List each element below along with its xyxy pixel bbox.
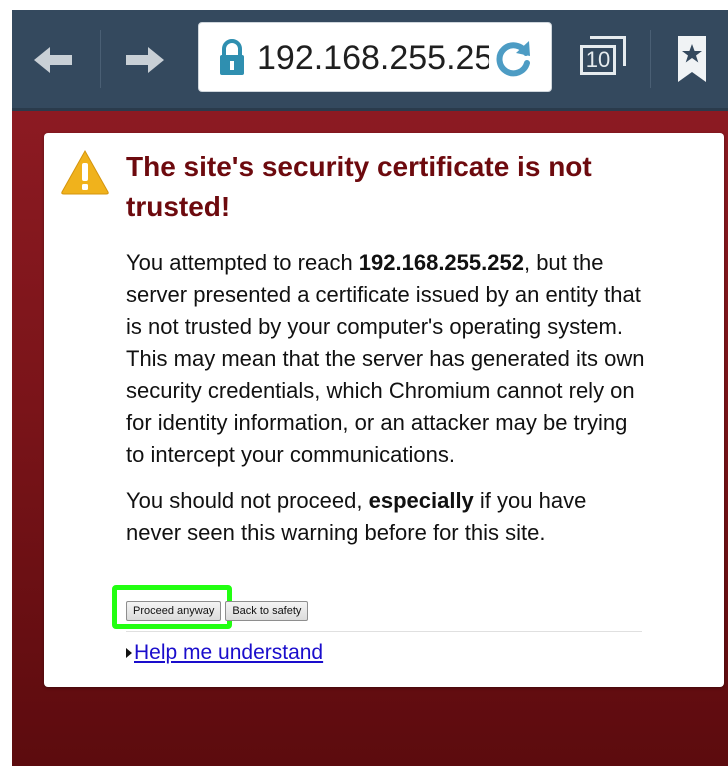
advice-paragraph: You should not proceed, especially if yo… <box>126 485 646 549</box>
browser-toolbar: 192.168.255.252 10 <box>12 10 728 111</box>
lock-icon <box>220 39 244 75</box>
explanation-text-end: , but the server presented a certificate… <box>126 250 645 467</box>
help-section: Help me understand <box>126 639 323 667</box>
forward-button[interactable] <box>120 36 168 84</box>
proceed-anyway-button[interactable]: Proceed anyway <box>126 601 222 621</box>
warning-triangle-icon <box>61 149 109 195</box>
back-arrow-icon <box>34 47 72 73</box>
advice-emphasis: especially <box>368 488 474 513</box>
address-bar[interactable]: 192.168.255.252 <box>198 22 552 92</box>
action-buttons: Proceed anyway Back to safety <box>126 601 309 623</box>
warning-title: The site's security certificate is not t… <box>126 151 592 222</box>
host-name: 192.168.255.252 <box>358 250 524 275</box>
reload-icon[interactable] <box>489 35 537 83</box>
forward-arrow-icon <box>126 47 164 73</box>
help-me-understand-link[interactable]: Help me understand <box>134 641 323 664</box>
interstitial-page: The site's security certificate is not t… <box>12 111 728 766</box>
tab-count: 10 <box>580 45 616 75</box>
back-button[interactable] <box>30 36 78 84</box>
explanation-text-start: You attempted to reach <box>126 250 359 275</box>
warning-body: You attempted to reach 192.168.255.252, … <box>126 247 646 563</box>
advice-text-start: You should not proceed, <box>126 488 369 513</box>
divider <box>126 631 642 632</box>
explanation-paragraph: You attempted to reach 192.168.255.252, … <box>126 247 646 471</box>
toolbar-divider <box>650 30 651 88</box>
back-to-safety-button[interactable]: Back to safety <box>225 601 309 621</box>
url-text[interactable]: 192.168.255.252 <box>257 37 489 79</box>
disclosure-triangle-icon[interactable] <box>126 648 132 659</box>
warning-card: The site's security certificate is not t… <box>44 133 724 687</box>
browser-window: 192.168.255.252 10 The site's security c… <box>12 10 728 766</box>
tab-switcher-button[interactable]: 10 <box>572 32 638 86</box>
toolbar-divider <box>100 30 101 88</box>
bookmark-star-icon[interactable] <box>672 34 712 84</box>
